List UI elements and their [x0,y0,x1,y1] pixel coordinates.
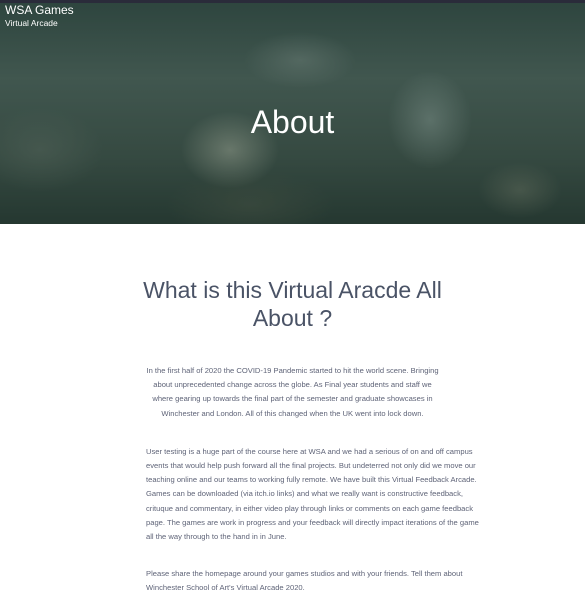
page-title: About [250,104,335,140]
user-testing-paragraph: User testing is a huge part of the cours… [146,446,479,542]
top-bar [0,0,585,3]
site-brand-link[interactable]: WSA Games Virtual Arcade [5,3,74,29]
section-heading: What is this Virtual Aracde All About ? [143,277,442,331]
site-subtitle: Virtual Arcade [5,18,58,28]
hero-banner: WSA Games Virtual Arcade About [0,0,585,224]
main-content: What is this Virtual Aracde All About ? … [0,276,585,596]
share-paragraph: Please share the homepage around your ga… [146,569,463,593]
site-title: WSA Games [5,3,74,17]
intro-paragraph: In the first half of 2020 the COVID-19 P… [146,366,439,418]
